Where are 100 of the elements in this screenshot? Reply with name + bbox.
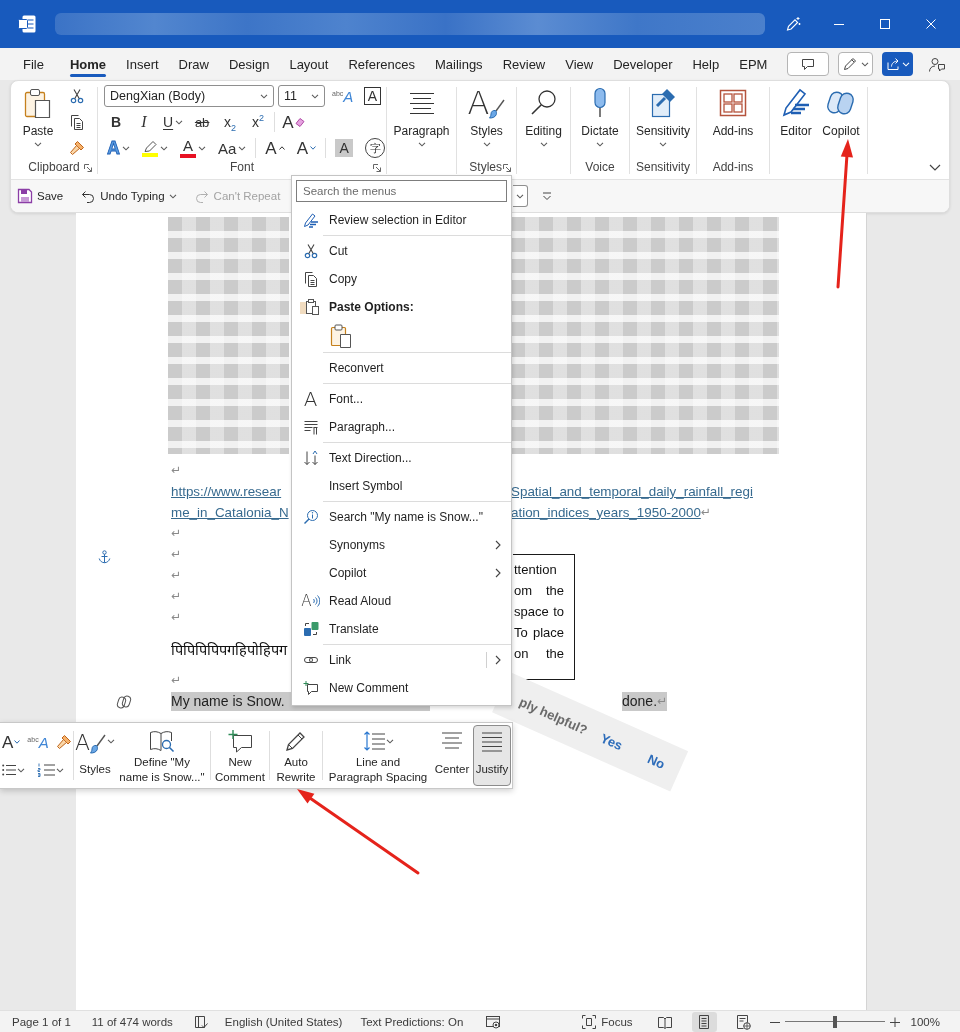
justify-button[interactable]: Justify (473, 725, 511, 786)
text-effects-button[interactable]: A (104, 136, 133, 160)
copy-icon[interactable] (69, 114, 85, 130)
grow-font-button[interactable]: A (262, 136, 288, 160)
phonetic-guide-button[interactable]: $^{abc}$A (26, 730, 50, 754)
slider-thumb[interactable] (832, 1015, 837, 1028)
caret-icon (160, 145, 168, 151)
menu-item[interactable]: Insert Symbol (292, 472, 511, 500)
ribbon-tab[interactable]: Design (218, 48, 280, 80)
menu-item[interactable]: Cut (292, 237, 511, 265)
search-field[interactable]: Search the menus (296, 180, 507, 202)
subscript-button[interactable]: x$_{2}$ (218, 110, 243, 134)
share-button[interactable] (882, 52, 913, 76)
styles-button[interactable]: A Styles (76, 725, 114, 786)
menu-item[interactable]: Text Direction... (292, 444, 511, 472)
link-text[interactable]: Spatial_and_temporal_daily_rainfall_regi (511, 484, 753, 499)
underline-button[interactable]: U (160, 110, 187, 134)
menu-item[interactable]: A Read Aloud (292, 587, 511, 615)
chevron-icon[interactable] (929, 164, 941, 171)
dictate-button[interactable]: Dictate (575, 81, 625, 161)
paintbrush-icon[interactable] (69, 140, 85, 156)
menu-item[interactable]: Paragraph... (292, 413, 511, 441)
zoom-level[interactable]: 100% (910, 1015, 940, 1028)
editor-button[interactable]: Editor (774, 81, 818, 161)
word-count[interactable]: 11 of 474 words (91, 1015, 173, 1028)
screen-record-icon[interactable] (485, 1013, 502, 1030)
link-text[interactable]: ation_indices_years_1950-2000 (511, 505, 701, 520)
yes-link[interactable]: Yes (598, 729, 626, 753)
ribbon-tab[interactable]: Developer (603, 48, 683, 80)
link-text[interactable]: me_in_Catalonia_N (171, 505, 292, 520)
shrink-font-button[interactable]: A (293, 136, 320, 160)
ribbon-tab[interactable]: EPM (729, 48, 778, 80)
ribbon-tab[interactable]: Mailings (424, 48, 493, 80)
menu-item[interactable]: Copy (292, 265, 511, 293)
ribbon-tab[interactable]: References (338, 48, 425, 80)
dialog-launcher-icon[interactable] (83, 162, 93, 173)
editing-button[interactable]: Editing (521, 81, 566, 161)
toolbar-button[interactable]: Save (12, 183, 69, 209)
comment-button[interactable] (787, 52, 829, 76)
plus-icon[interactable] (889, 1016, 900, 1027)
ribbon-tab[interactable]: Help (682, 48, 730, 80)
menu-item[interactable]: Link (292, 646, 511, 674)
pen-dropdown-button[interactable] (838, 52, 873, 76)
ribbon-tab[interactable]: Draw (168, 48, 219, 80)
view-button[interactable] (691, 1011, 717, 1032)
maximize-icon[interactable] (880, 19, 890, 29)
menu-item[interactable]: Review selection in Editor (292, 206, 511, 234)
shrink-font-button[interactable]: A (1, 730, 22, 754)
menu-item[interactable]: New Comment (292, 674, 511, 702)
add-ins-button[interactable]: Add-ins (701, 81, 765, 161)
no-link[interactable]: No (645, 750, 668, 772)
menu-item[interactable]: Translate (292, 615, 511, 643)
toolbar-button[interactable]: Undo Typing (75, 183, 182, 209)
paste-button[interactable]: Paste (15, 81, 61, 161)
bulleted-list-icon (2, 763, 16, 777)
dropdown-field[interactable] (513, 185, 528, 207)
sensitivity-button[interactable]: Sensitivity (634, 81, 692, 161)
link-text[interactable]: https://www.resear (171, 484, 292, 499)
font-name-combobox[interactable]: DengXian (Body) (104, 85, 274, 107)
styles-button[interactable]: A Styles (461, 81, 512, 161)
ribbon-tab[interactable]: Insert (116, 48, 169, 80)
italic-button[interactable]: I (132, 110, 156, 134)
ribbon-tab[interactable]: View (555, 48, 604, 80)
new-comment-button[interactable]: New Comment (213, 725, 267, 786)
pen-sparkle-icon[interactable] (785, 16, 801, 32)
scissors-icon[interactable] (69, 88, 85, 104)
ribbon-tab[interactable]: File (13, 48, 54, 80)
superscript-button[interactable]: x$^{2}$ (246, 110, 271, 134)
define-button[interactable]: Define "My name is Snow..." (116, 725, 208, 786)
clear-formatting-button[interactable]: A (279, 110, 309, 134)
chevron-right-icon (495, 655, 501, 665)
paragraph-lines-icon (302, 419, 319, 435)
strikethrough-button[interactable]: ab (190, 110, 215, 134)
line-spacing-button[interactable]: Line and Paragraph Spacing (325, 725, 431, 786)
overlapping-shapes-icon[interactable] (116, 693, 132, 710)
ribbon-tab[interactable]: Layout (279, 48, 339, 80)
phonetic-guide-button[interactable]: $^{abc}$A (329, 84, 357, 108)
menu-item[interactable]: Search "My name is Snow..." (292, 503, 511, 531)
text-predictions-status[interactable]: Text Predictions: On (360, 1015, 464, 1028)
font-size-combobox[interactable]: 11 (278, 85, 325, 107)
page-indicator[interactable]: Page 1 of 1 (12, 1015, 71, 1028)
font-color-button[interactable]: A (177, 136, 209, 160)
menu-item[interactable]: A Font... (292, 385, 511, 413)
menu-item[interactable]: Reconvert (292, 354, 511, 382)
dialog-launcher-icon[interactable] (502, 162, 512, 173)
menu-item[interactable]: Copilot (292, 559, 511, 587)
menu-item[interactable]: Synonyms (292, 531, 511, 559)
language-indicator[interactable]: English (United States) (224, 1015, 343, 1028)
book-check-icon[interactable] (192, 1013, 209, 1030)
focus-button[interactable]: Focus (581, 1013, 633, 1030)
dialog-launcher-icon[interactable] (372, 162, 382, 173)
auto-rewrite-button[interactable]: Auto Rewrite (272, 725, 320, 786)
ribbon-tab[interactable]: Home (59, 48, 117, 80)
center-button[interactable]: Center (433, 725, 471, 786)
person-chat-icon[interactable] (928, 55, 946, 73)
change-case-button[interactable]: Aa (215, 136, 250, 160)
close-icon[interactable] (926, 19, 936, 29)
ribbon-tab[interactable]: Review (492, 48, 556, 80)
paragraph-button[interactable]: Paragraph (391, 81, 452, 161)
bold-button[interactable]: B (104, 110, 128, 134)
